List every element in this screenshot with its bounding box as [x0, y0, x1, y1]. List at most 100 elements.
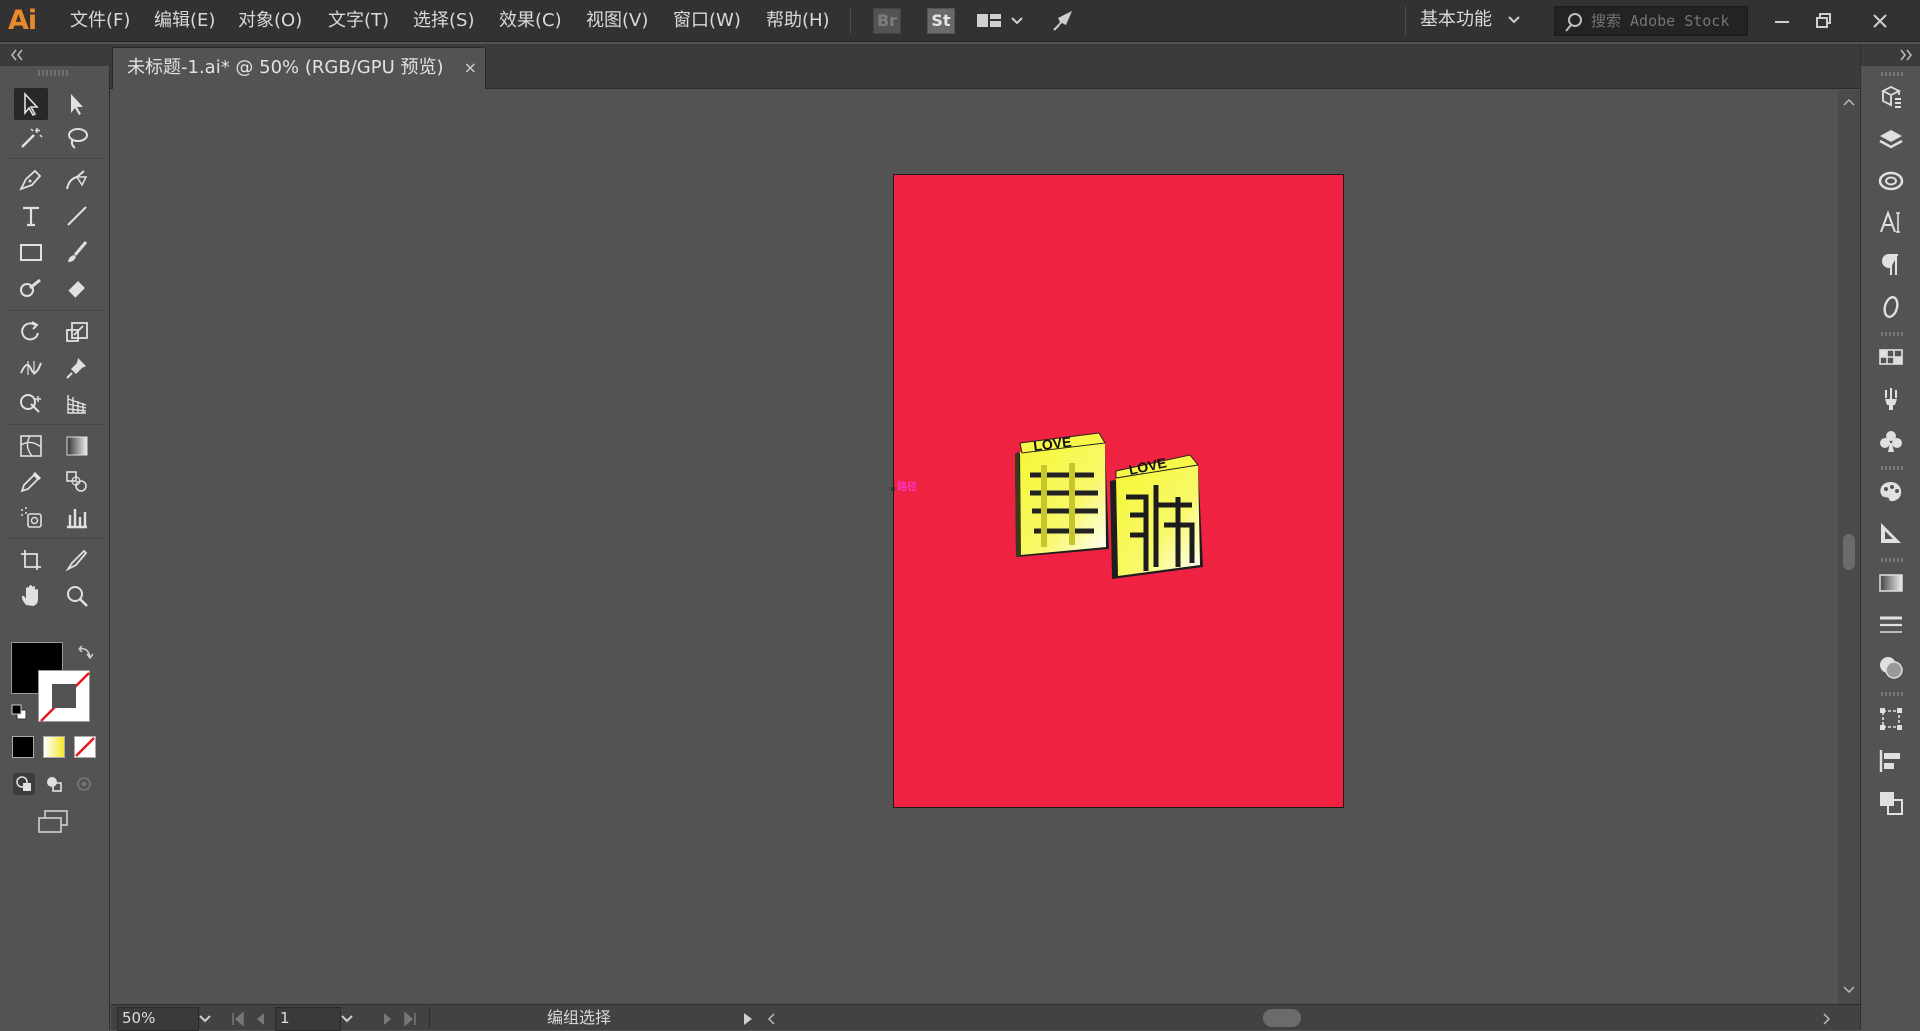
align-panel-button[interactable] [1876, 746, 1906, 776]
scroll-right-icon[interactable] [1817, 1008, 1835, 1030]
menu-type[interactable]: 文字(T) [328, 0, 389, 42]
transform-panel-button[interactable] [1876, 704, 1906, 734]
swap-fill-stroke-button[interactable] [76, 644, 94, 662]
zoom-tool[interactable] [60, 580, 94, 612]
default-fill-stroke-button[interactable] [11, 704, 27, 720]
minimize-button[interactable] [1762, 4, 1802, 38]
slice-tool[interactable] [60, 544, 94, 576]
eraser-tool[interactable] [60, 272, 94, 304]
gradient-mode-button[interactable] [43, 736, 65, 758]
draw-behind-button[interactable] [42, 772, 66, 796]
creative-cloud-panel-button[interactable] [1876, 166, 1906, 196]
rotate-tool[interactable] [14, 316, 48, 348]
swatches-panel-button[interactable] [1876, 342, 1906, 372]
document-tab[interactable]: 未标题-1.ai* @ 50% (RGB/GPU 预览) × [112, 47, 486, 89]
panel-group-grip[interactable] [1881, 466, 1903, 470]
draw-inside-button[interactable] [72, 772, 96, 796]
first-artboard-icon[interactable] [229, 1008, 247, 1030]
column-graph-tool[interactable] [60, 502, 94, 534]
zoom-dropdown-chevron-icon[interactable] [195, 1008, 215, 1030]
scroll-left-icon[interactable] [763, 1008, 781, 1030]
curvature-tool[interactable] [60, 164, 94, 196]
layers-panel-button[interactable] [1876, 124, 1906, 154]
toolbar-grip[interactable] [38, 70, 70, 76]
horizontal-scroll-thumb[interactable] [1263, 1009, 1301, 1027]
menu-object[interactable]: 对象(O) [238, 0, 302, 42]
bridge-button[interactable]: Br [873, 8, 901, 34]
artboard-tool[interactable] [14, 544, 48, 576]
shape-builder-tool[interactable] [14, 388, 48, 420]
zoom-level-field[interactable]: 50% [117, 1007, 199, 1031]
libraries-panel-button[interactable] [1876, 82, 1906, 112]
stock-search[interactable] [1554, 6, 1748, 36]
menu-effect[interactable]: 效果(C) [499, 0, 562, 42]
workspace-switcher[interactable]: 基本功能 [1420, 0, 1522, 42]
rectangle-tool[interactable] [14, 236, 48, 268]
gradient-tool[interactable] [60, 430, 94, 462]
opentype-panel-button[interactable] [1876, 292, 1906, 322]
previous-artboard-icon[interactable] [251, 1008, 269, 1030]
screen-mode-button[interactable] [36, 808, 72, 836]
selection-tool[interactable] [14, 88, 48, 120]
puppet-warp-tool[interactable] [60, 352, 94, 384]
paintbrush-tool[interactable] [60, 236, 94, 268]
search-input[interactable] [1591, 7, 1741, 35]
width-tool[interactable] [14, 352, 48, 384]
panel-group-grip[interactable] [1881, 692, 1903, 696]
stroke-panel-button[interactable] [1876, 610, 1906, 640]
pathfinder-panel-button[interactable] [1876, 788, 1906, 818]
stock-button[interactable]: St [927, 8, 955, 34]
lasso-tool[interactable] [60, 122, 94, 154]
none-mode-button[interactable] [74, 736, 96, 758]
arrange-documents-button[interactable] [976, 8, 1026, 34]
line-segment-tool[interactable] [60, 200, 94, 232]
mesh-tool[interactable] [14, 430, 48, 462]
next-artboard-icon[interactable] [379, 1008, 397, 1030]
menu-file[interactable]: 文件(F) [70, 0, 130, 42]
panel-dock-collapse-bar[interactable] [1861, 44, 1920, 66]
symbols-panel-button[interactable] [1876, 426, 1906, 456]
hand-tool[interactable] [14, 580, 48, 612]
last-artboard-icon[interactable] [401, 1008, 419, 1030]
draw-normal-button[interactable] [12, 772, 36, 796]
menu-edit[interactable]: 编辑(E) [154, 0, 215, 42]
menu-select[interactable]: 选择(S) [413, 0, 474, 42]
eyedropper-tool[interactable] [14, 466, 48, 498]
perspective-grid-tool[interactable] [60, 388, 94, 420]
panel-group-grip[interactable] [1881, 72, 1903, 76]
pen-tool[interactable] [14, 164, 48, 196]
scroll-up-icon[interactable] [1838, 94, 1860, 110]
graphic-styles-panel-button[interactable] [1876, 476, 1906, 506]
vertical-scroll-thumb[interactable] [1843, 534, 1855, 570]
vertical-scrollbar[interactable] [1838, 90, 1860, 1004]
menu-help[interactable]: 帮助(H) [766, 0, 830, 42]
menu-window[interactable]: 窗口(W) [673, 0, 741, 42]
panel-group-grip[interactable] [1881, 558, 1903, 562]
artboard-number-field[interactable]: 1 [275, 1007, 341, 1031]
stroke-swatch[interactable] [38, 670, 90, 722]
gradient-panel-button[interactable] [1876, 568, 1906, 598]
magic-wand-tool[interactable] [14, 122, 48, 154]
direct-selection-tool[interactable] [60, 88, 94, 120]
artwork-love-text[interactable]: LOVE LOVE [894, 175, 1343, 807]
close-window-button[interactable] [1860, 4, 1900, 38]
gpu-performance-button[interactable] [1050, 8, 1080, 34]
color-mode-button[interactable] [12, 736, 34, 758]
menu-view[interactable]: 视图(V) [586, 0, 648, 42]
appearance-panel-button[interactable] [1876, 518, 1906, 548]
symbol-sprayer-tool[interactable] [14, 502, 48, 534]
transparency-panel-button[interactable] [1876, 652, 1906, 682]
shaper-tool[interactable] [14, 272, 48, 304]
status-menu-arrow-icon[interactable] [739, 1008, 757, 1030]
panel-group-grip[interactable] [1881, 332, 1903, 336]
document-tab-close-icon[interactable]: × [464, 48, 477, 88]
toolbar-collapse-bar[interactable] [0, 44, 110, 66]
blend-tool[interactable] [60, 466, 94, 498]
artboard-dropdown-chevron-icon[interactable] [337, 1008, 357, 1030]
paragraph-panel-button[interactable] [1876, 250, 1906, 280]
artboard[interactable]: LOVE LOVE [893, 174, 1344, 808]
scroll-down-icon[interactable] [1838, 982, 1860, 998]
scale-tool[interactable] [60, 316, 94, 348]
restore-button[interactable] [1804, 4, 1844, 38]
type-tool[interactable] [14, 200, 48, 232]
